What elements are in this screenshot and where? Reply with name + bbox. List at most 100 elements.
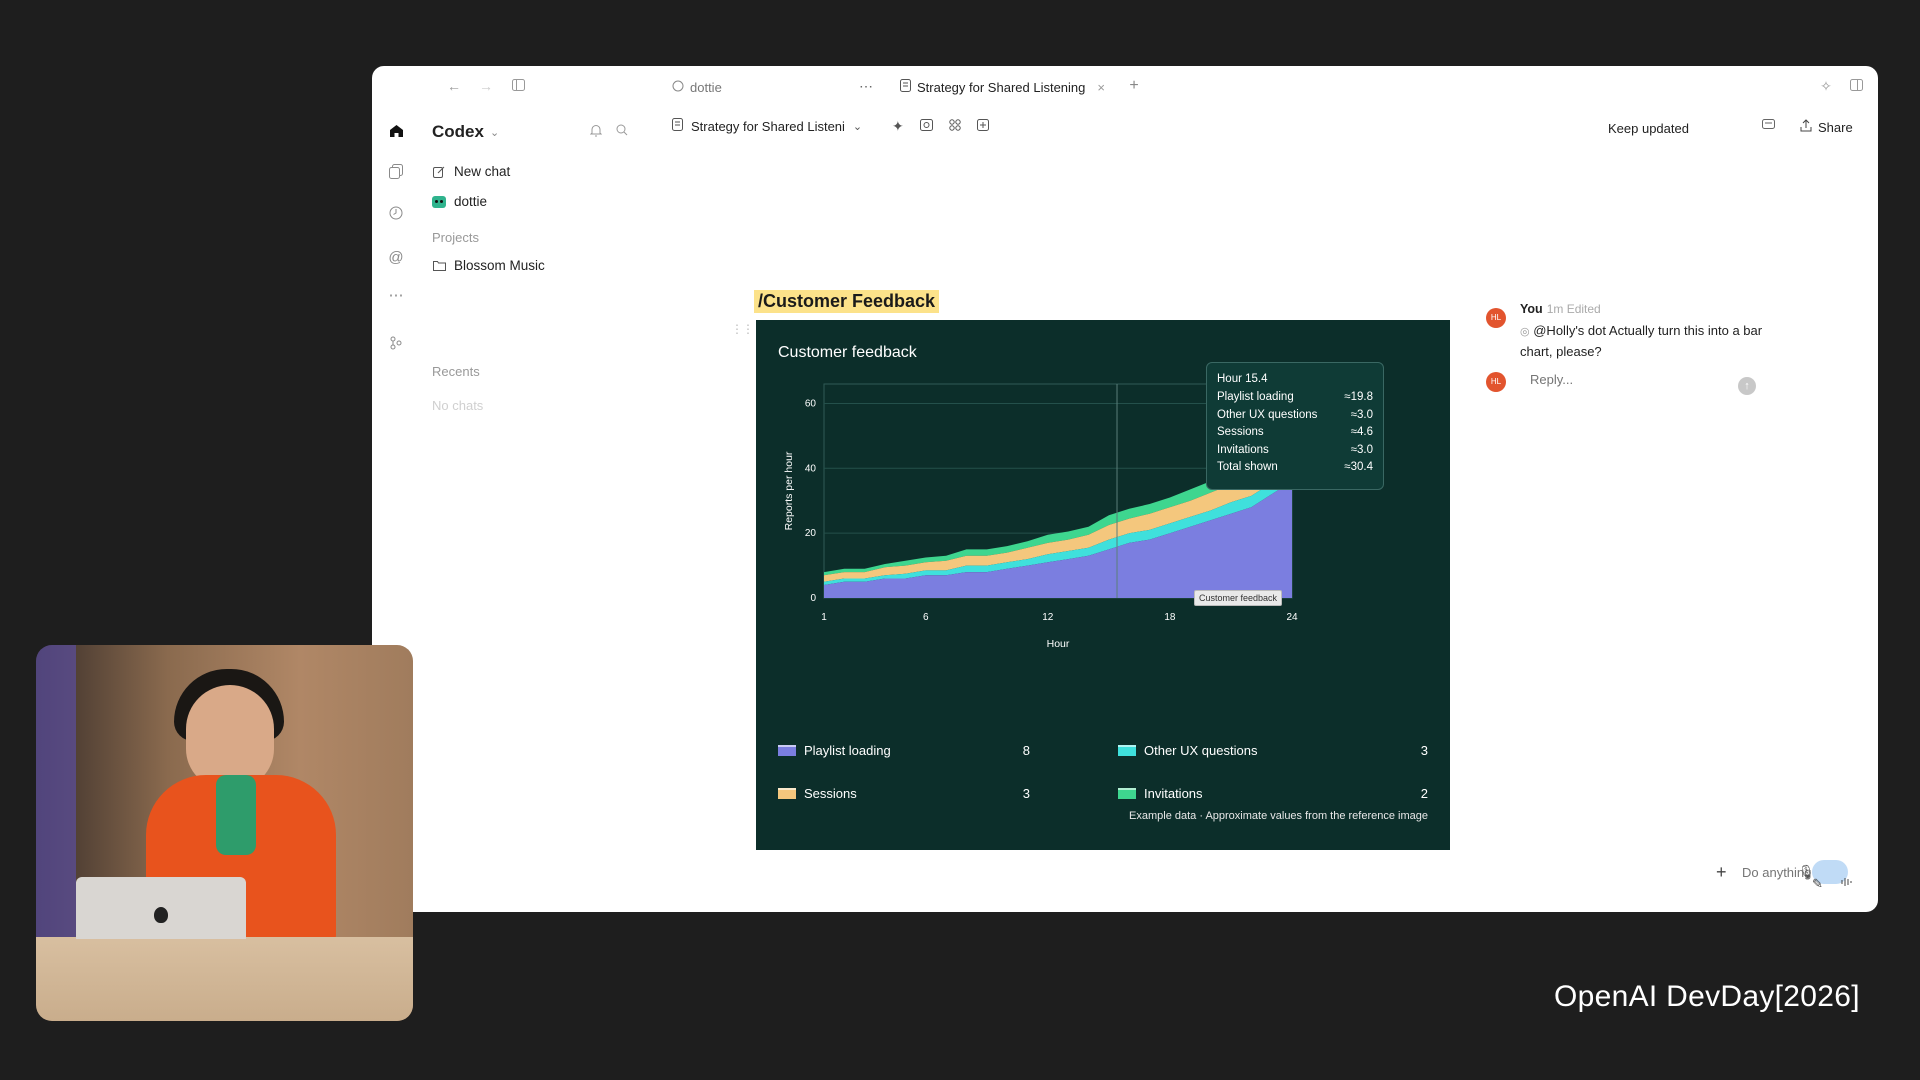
legend-swatch bbox=[1118, 788, 1136, 799]
sidebar: Codex ⌄ New chat dottie Projects Blossom… bbox=[420, 106, 628, 912]
sidebar-item-blossom-music[interactable]: Blossom Music bbox=[432, 258, 545, 273]
close-tab-icon[interactable]: × bbox=[1097, 80, 1105, 95]
tab-dottie[interactable]: dottie bbox=[672, 76, 722, 98]
edit-icon[interactable]: ✎ bbox=[1812, 876, 1823, 892]
avatar: HL bbox=[1486, 308, 1506, 328]
sparkle-icon[interactable]: ✧ bbox=[1816, 76, 1836, 96]
dot-mention-icon: ◎ bbox=[1520, 326, 1530, 338]
pages-icon[interactable] bbox=[386, 164, 406, 184]
comment-author: You bbox=[1520, 302, 1543, 316]
x-tick-label: 1 bbox=[821, 612, 827, 623]
tab-label: dottie bbox=[690, 79, 722, 95]
legend-item: Playlist loading bbox=[778, 743, 891, 758]
tooltip-row-label: Sessions bbox=[1217, 426, 1264, 438]
recents-empty-text: No chats bbox=[432, 398, 484, 413]
tooltip-row: Other UX questions ≈3.0 bbox=[1217, 407, 1373, 425]
x-tick-label: 6 bbox=[923, 612, 929, 623]
branch-icon[interactable] bbox=[386, 336, 406, 356]
sidebar-item-label: New chat bbox=[454, 164, 511, 179]
forward-arrow-icon[interactable]: → bbox=[476, 76, 496, 96]
split-view-icon[interactable] bbox=[1846, 76, 1866, 96]
send-arrow-icon[interactable]: ↑ bbox=[1738, 377, 1756, 395]
hover-series-label: Customer feedback bbox=[1194, 590, 1283, 606]
composer-plus-icon[interactable]: + bbox=[1716, 862, 1727, 883]
tooltip-row-value: ≈4.6 bbox=[1350, 426, 1373, 438]
workspace-switcher[interactable]: Codex ⌄ bbox=[432, 122, 499, 142]
presenter-head bbox=[186, 685, 274, 789]
workspace-name: Codex bbox=[432, 122, 484, 141]
bell-icon[interactable] bbox=[589, 124, 603, 140]
podium-desk bbox=[36, 937, 413, 1021]
y-tick-label: 60 bbox=[805, 398, 817, 409]
legend-swatch bbox=[778, 745, 796, 756]
apps-grid-icon[interactable] bbox=[949, 118, 961, 135]
sidebar-item-label: Blossom Music bbox=[454, 258, 545, 273]
comment-mention[interactable]: @Holly's dot bbox=[1533, 323, 1606, 338]
chevron-down-icon: ⌄ bbox=[489, 126, 500, 139]
webcam-backdrop-panel bbox=[36, 645, 76, 945]
chart-card: Customer feedback 0 20 40 60 1 6 12 18 24 Hour Rep… bbox=[756, 320, 1450, 850]
chart-footnote: Example data · Approximate values from t… bbox=[1129, 810, 1428, 822]
y-tick-label: 0 bbox=[810, 593, 816, 604]
event-brand: OpenAI DevDay[2026] bbox=[1554, 980, 1860, 1013]
tooltip-row-value: ≈3.0 bbox=[1350, 408, 1373, 421]
share-upload-icon bbox=[1800, 119, 1812, 135]
search-icon[interactable] bbox=[616, 124, 628, 140]
chat-bubble-icon bbox=[672, 80, 684, 95]
doc-title-dropdown[interactable]: Strategy for Shared Listeni ⌄ bbox=[672, 118, 862, 134]
y-tick-label: 40 bbox=[805, 463, 817, 474]
presenter-shirt bbox=[216, 775, 256, 855]
legend-label: Invitations bbox=[1144, 786, 1203, 801]
legend-label: Playlist loading bbox=[804, 743, 891, 758]
comment-header: You 1m Edited bbox=[1520, 302, 1601, 316]
share-button[interactable]: Share bbox=[1800, 119, 1853, 135]
projects-heading: Projects bbox=[432, 230, 479, 245]
image-icon[interactable] bbox=[919, 118, 933, 135]
comments-icon[interactable] bbox=[1762, 118, 1775, 134]
sidebar-item-new-chat[interactable]: New chat bbox=[432, 164, 510, 179]
doc-tools: ✦ bbox=[892, 118, 989, 135]
legend-count: 3 bbox=[1022, 786, 1030, 801]
folder-icon bbox=[432, 259, 446, 273]
legend-item: Other UX questions bbox=[1118, 743, 1257, 758]
sidebar-item-label: dottie bbox=[454, 194, 488, 209]
legend-label: Other UX questions bbox=[1144, 743, 1258, 758]
tooltip-row-label: Total shown bbox=[1217, 461, 1278, 473]
doc-icon bbox=[672, 118, 683, 134]
recents-heading: Recents bbox=[432, 364, 480, 379]
magic-wand-icon[interactable]: ✦ bbox=[892, 118, 904, 135]
tooltip-row: Sessions ≈4.6 bbox=[1217, 424, 1373, 442]
tab-strategy[interactable]: Strategy for Shared Listening × bbox=[900, 76, 1105, 98]
more-icon[interactable]: ⋯ bbox=[856, 76, 876, 96]
dottie-avatar-icon bbox=[432, 195, 446, 209]
tooltip-row-label: Playlist loading bbox=[1217, 391, 1294, 403]
history-clock-icon[interactable] bbox=[386, 206, 406, 226]
y-tick-label: 20 bbox=[805, 528, 817, 539]
mentions-icon[interactable]: @ bbox=[386, 248, 406, 268]
y-axis-label: Reports per hour bbox=[783, 451, 795, 530]
add-block-icon[interactable] bbox=[976, 118, 989, 135]
page-title: /Customer Feedback bbox=[754, 290, 940, 313]
title-bar: ← → dottie ⋯ Strategy for Shared Listeni… bbox=[372, 66, 1878, 106]
sidebar-toggle-icon[interactable] bbox=[508, 76, 528, 96]
legend-label: Sessions bbox=[804, 786, 857, 801]
x-tick-label: 18 bbox=[1164, 612, 1176, 623]
chart-tooltip: Hour 15.4 Playlist loading ≈19.8 Other UX… bbox=[1206, 362, 1384, 490]
legend-count: 8 bbox=[1022, 743, 1030, 758]
keep-updated-button[interactable]: Keep updated bbox=[1608, 121, 1689, 136]
tooltip-row-value: ≈30.4 bbox=[1344, 461, 1373, 473]
sidebar-item-dottie[interactable]: dottie bbox=[432, 194, 487, 209]
back-arrow-icon[interactable]: ← bbox=[444, 76, 464, 96]
drag-handle-icon[interactable]: ⋮⋮ bbox=[731, 322, 754, 336]
home-icon[interactable] bbox=[386, 124, 406, 144]
reply-input[interactable] bbox=[1530, 372, 1730, 387]
tooltip-row-label: Invitations bbox=[1217, 443, 1269, 456]
new-tab-plus-icon[interactable]: + bbox=[1124, 76, 1144, 96]
doc-title: Strategy for Shared Listeni bbox=[691, 118, 845, 134]
waveform-icon[interactable] bbox=[1840, 876, 1852, 891]
compose-icon bbox=[432, 165, 446, 179]
more-dots-icon[interactable]: ⋯ bbox=[386, 286, 406, 306]
x-tick-label: 24 bbox=[1286, 612, 1298, 623]
tooltip-row-value: ≈19.8 bbox=[1344, 391, 1373, 403]
tooltip-row: Total shown ≈30.4 bbox=[1217, 459, 1373, 477]
